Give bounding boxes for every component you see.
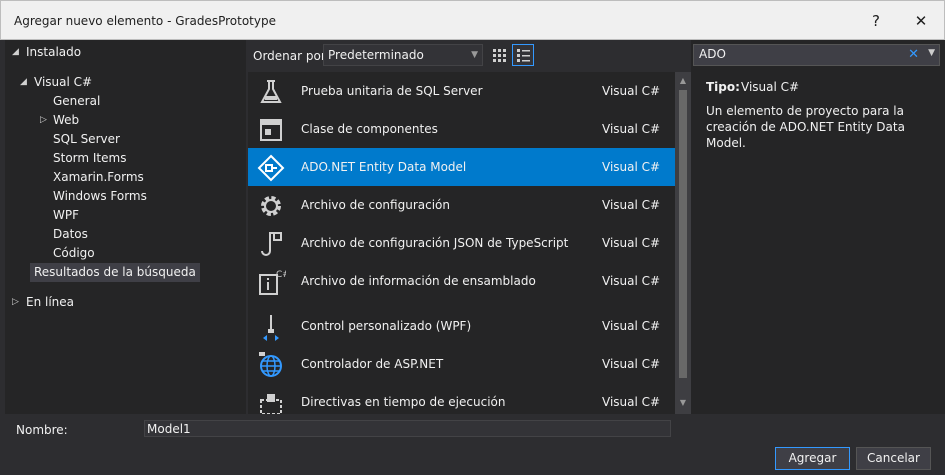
scroll-thumb[interactable] [679, 90, 687, 378]
template-language: Visual C# [602, 198, 661, 212]
sort-select[interactable]: Predeterminado ▼ [323, 44, 483, 66]
template-name: Control personalizado (WPF) [301, 319, 472, 333]
scroll-up-icon[interactable]: ▲ [675, 74, 691, 88]
directives-icon [260, 394, 282, 414]
cancel-button[interactable]: Cancelar [856, 447, 931, 470]
sort-label: Ordenar por: [253, 49, 330, 63]
list-view-button[interactable] [512, 44, 534, 66]
close-button[interactable]: ✕ [908, 9, 934, 33]
type-value: Visual C# [741, 80, 800, 94]
flask-icon [260, 80, 282, 103]
component-icon [260, 119, 282, 141]
template-name: Archivo de configuración JSON de TypeScr… [301, 236, 569, 250]
list-scrollbar[interactable]: ▲ ▼ [675, 72, 691, 414]
template-name: Archivo de información de ensamblado [301, 274, 536, 288]
globe-icon [259, 352, 282, 377]
tree-item-general[interactable]: General [53, 92, 100, 111]
scroll-down-icon[interactable]: ▼ [675, 396, 691, 410]
template-language: Visual C# [602, 357, 661, 371]
chevron-down-icon: ▼ [471, 50, 478, 60]
list-item[interactable]: Archivo de configuración JSON de TypeScr… [248, 224, 675, 262]
template-name: Archivo de configuración [301, 198, 450, 212]
add-button[interactable]: Agregar [775, 447, 850, 470]
list-view-icon [517, 49, 530, 62]
list-item[interactable]: Controlador de ASP.NET Visual C# [248, 345, 675, 383]
list-item[interactable]: ADO.NET Entity Data Model Visual C# [248, 148, 675, 186]
tree-item-search-results[interactable]: Resultados de la búsqueda [30, 263, 200, 282]
name-label: Nombre: [16, 423, 68, 437]
template-name: Directivas en tiempo de ejecución [301, 395, 506, 409]
expand-arrow-icon[interactable]: ▷ [40, 111, 50, 130]
custom-control-icon [263, 315, 279, 341]
json-config-icon [261, 232, 282, 256]
template-description: Un elemento de proyecto para la creación… [706, 104, 905, 150]
template-language: Visual C# [602, 122, 661, 136]
entity-model-icon [257, 154, 285, 182]
tree-item-storm-items[interactable]: Storm Items [53, 149, 126, 168]
template-language: Visual C# [602, 160, 661, 174]
collapse-arrow-icon[interactable]: ◢ [12, 43, 22, 62]
title-bar: Agregar nuevo elemento - GradesPrototype… [0, 0, 945, 40]
tree-item-windows-forms[interactable]: Windows Forms [53, 187, 147, 206]
template-name: ADO.NET Entity Data Model [301, 160, 467, 174]
search-box[interactable]: ADO ✕ ▼ [693, 44, 940, 66]
template-list: Prueba unitaria de SQL Server Visual C# … [248, 72, 675, 414]
details-panel [691, 40, 945, 414]
template-name: Controlador de ASP.NET [301, 357, 444, 371]
grid-view-button[interactable] [488, 44, 510, 66]
list-item[interactable]: Archivo de configuración Visual C# [248, 186, 675, 224]
clear-search-icon[interactable]: ✕ [908, 47, 919, 62]
tree-item-web[interactable]: Web [53, 111, 79, 130]
category-tree [5, 40, 246, 414]
list-item[interactable]: Directivas en tiempo de ejecución Visual… [248, 383, 675, 414]
tree-item-datos[interactable]: Datos [53, 225, 88, 244]
template-language: Visual C# [602, 84, 661, 98]
sort-value: Predeterminado [328, 48, 424, 62]
template-language: Visual C# [602, 395, 661, 409]
svg-text:C#: C# [276, 270, 286, 280]
list-item[interactable]: C# Archivo de información de ensamblado … [248, 262, 675, 300]
template-language: Visual C# [602, 236, 661, 250]
tree-label: En línea [26, 295, 75, 309]
tree-label: Instalado [26, 45, 82, 59]
collapse-arrow-icon[interactable]: ◢ [20, 73, 30, 92]
help-button[interactable]: ? [863, 9, 889, 33]
name-input[interactable] [144, 420, 671, 437]
list-item[interactable]: Prueba unitaria de SQL Server Visual C# [248, 72, 675, 110]
template-language: Visual C# [602, 274, 661, 288]
tree-item-xamarin-forms[interactable]: Xamarin.Forms [53, 168, 144, 187]
tree-item-wpf[interactable]: WPF [53, 206, 79, 225]
template-name: Clase de componentes [301, 122, 438, 136]
tree-label: Visual C# [34, 75, 93, 89]
list-item[interactable]: Control personalizado (WPF) Visual C# [248, 307, 675, 345]
template-name: Prueba unitaria de SQL Server [301, 84, 483, 98]
chevron-down-icon[interactable]: ▼ [928, 48, 935, 58]
grid-view-icon [493, 49, 506, 62]
assembly-info-icon: C# [259, 270, 286, 295]
gear-icon [261, 196, 281, 216]
tree-item-sql-server[interactable]: SQL Server [53, 130, 120, 149]
expand-arrow-icon[interactable]: ▷ [12, 293, 22, 312]
search-input[interactable]: ADO [699, 47, 726, 61]
tree-item-codigo[interactable]: Código [53, 244, 95, 263]
type-label: Tipo: [706, 80, 740, 94]
window-title: Agregar nuevo elemento - GradesPrototype [14, 14, 276, 28]
template-language: Visual C# [602, 319, 661, 333]
list-item[interactable]: Clase de componentes Visual C# [248, 110, 675, 148]
